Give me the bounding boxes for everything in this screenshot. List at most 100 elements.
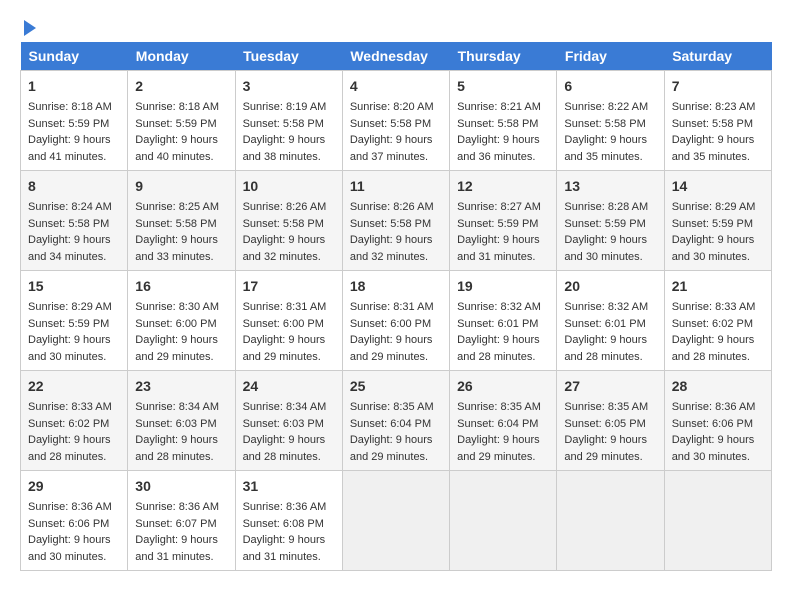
day-number: 8: [28, 176, 120, 197]
sunrise-label: Sunrise: 8:29 AM: [28, 301, 112, 313]
day-number: 23: [135, 376, 227, 397]
calendar-week-3: 15Sunrise: 8:29 AMSunset: 5:59 PMDayligh…: [21, 271, 772, 371]
sunset-label: Sunset: 5:59 PM: [457, 218, 538, 230]
daylight-label: Daylight: 9 hours and 40 minutes.: [135, 134, 218, 163]
calendar-cell: 8Sunrise: 8:24 AMSunset: 5:58 PMDaylight…: [21, 171, 128, 271]
calendar-cell: 22Sunrise: 8:33 AMSunset: 6:02 PMDayligh…: [21, 371, 128, 471]
sunset-label: Sunset: 6:08 PM: [243, 518, 324, 530]
sunrise-label: Sunrise: 8:19 AM: [243, 101, 327, 113]
day-number: 11: [350, 176, 442, 197]
day-number: 7: [672, 76, 764, 97]
sunset-label: Sunset: 5:58 PM: [243, 118, 324, 130]
calendar-table: SundayMondayTuesdayWednesdayThursdayFrid…: [20, 42, 772, 571]
daylight-label: Daylight: 9 hours and 38 minutes.: [243, 134, 326, 163]
calendar-cell: 24Sunrise: 8:34 AMSunset: 6:03 PMDayligh…: [235, 371, 342, 471]
day-number: 21: [672, 276, 764, 297]
sunset-label: Sunset: 5:58 PM: [135, 218, 216, 230]
sunset-label: Sunset: 5:58 PM: [672, 118, 753, 130]
sunset-label: Sunset: 5:58 PM: [564, 118, 645, 130]
sunset-label: Sunset: 6:01 PM: [457, 318, 538, 330]
sunset-label: Sunset: 5:58 PM: [350, 218, 431, 230]
daylight-label: Daylight: 9 hours and 29 minutes.: [350, 434, 433, 463]
day-number: 25: [350, 376, 442, 397]
calendar-cell: 23Sunrise: 8:34 AMSunset: 6:03 PMDayligh…: [128, 371, 235, 471]
sunset-label: Sunset: 6:06 PM: [28, 518, 109, 530]
calendar-cell: [450, 471, 557, 571]
daylight-label: Daylight: 9 hours and 28 minutes.: [672, 334, 755, 363]
sunrise-label: Sunrise: 8:30 AM: [135, 301, 219, 313]
weekday-header-tuesday: Tuesday: [235, 42, 342, 71]
day-number: 30: [135, 476, 227, 497]
sunrise-label: Sunrise: 8:32 AM: [457, 301, 541, 313]
calendar-cell: 31 Sunrise: 8:36 AM Sunset: 6:08 PM Dayligh…: [235, 471, 342, 571]
sunrise-label: Sunrise: 8:36 AM: [672, 401, 756, 413]
calendar-cell: 28Sunrise: 8:36 AMSunset: 6:06 PMDayligh…: [664, 371, 771, 471]
weekday-header-thursday: Thursday: [450, 42, 557, 71]
sunrise-label: Sunrise: 8:35 AM: [457, 401, 541, 413]
calendar-body: 1Sunrise: 8:18 AMSunset: 5:59 PMDaylight…: [21, 71, 772, 571]
sunrise-label: Sunrise: 8:33 AM: [28, 401, 112, 413]
day-number: 9: [135, 176, 227, 197]
day-number: 5: [457, 76, 549, 97]
sunrise-label: Sunrise: 8:23 AM: [672, 101, 756, 113]
calendar-cell: 3 Sunrise: 8:19 AM Sunset: 5:58 PM Daylight…: [235, 71, 342, 171]
daylight-label: Daylight: 9 hours and 30 minutes.: [28, 334, 111, 363]
day-number: 4: [350, 76, 442, 97]
calendar-cell: 17Sunrise: 8:31 AMSunset: 6:00 PMDayligh…: [235, 271, 342, 371]
sunset-label: Sunset: 6:00 PM: [135, 318, 216, 330]
daylight-label: Daylight: 9 hours and 35 minutes.: [672, 134, 755, 163]
day-number: 17: [243, 276, 335, 297]
calendar-cell: 13Sunrise: 8:28 AMSunset: 5:59 PMDayligh…: [557, 171, 664, 271]
sunrise-label: Sunrise: 8:35 AM: [350, 401, 434, 413]
sunset-label: Sunset: 6:00 PM: [350, 318, 431, 330]
sunrise-label: Sunrise: 8:36 AM: [243, 501, 327, 513]
daylight-label: Daylight: 9 hours and 32 minutes.: [350, 234, 433, 263]
calendar-cell: 6Sunrise: 8:22 AMSunset: 5:58 PMDaylight…: [557, 71, 664, 171]
day-number: 2: [135, 76, 227, 97]
calendar-cell: 4Sunrise: 8:20 AMSunset: 5:58 PMDaylight…: [342, 71, 449, 171]
calendar-week-5: 29Sunrise: 8:36 AMSunset: 6:06 PMDayligh…: [21, 471, 772, 571]
calendar-cell: 9Sunrise: 8:25 AMSunset: 5:58 PMDaylight…: [128, 171, 235, 271]
calendar-week-2: 8 Sunrise: 8:24 AM Sunset: 5:58 PM Daylight…: [21, 171, 772, 271]
calendar-cell: 30Sunrise: 8:36 AMSunset: 6:07 PMDayligh…: [128, 471, 235, 571]
sunset-label: Sunset: 6:02 PM: [28, 418, 109, 430]
day-number: 12: [457, 176, 549, 197]
sunrise-label: Sunrise: 8:24 AM: [28, 201, 112, 213]
calendar-cell: 29Sunrise: 8:36 AMSunset: 6:06 PMDayligh…: [21, 471, 128, 571]
sunrise-label: Sunrise: 8:18 AM: [28, 101, 112, 113]
sunrise-label: Sunrise: 8:34 AM: [135, 401, 219, 413]
sunset-label: Sunset: 5:58 PM: [350, 118, 431, 130]
sunrise-label: Sunrise: 8:25 AM: [135, 201, 219, 213]
daylight-label: Daylight: 9 hours and 36 minutes.: [457, 134, 540, 163]
day-number: 15: [28, 276, 120, 297]
sunset-label: Sunset: 6:06 PM: [672, 418, 753, 430]
sunset-label: Sunset: 6:04 PM: [457, 418, 538, 430]
sunrise-label: Sunrise: 8:20 AM: [350, 101, 434, 113]
daylight-label: Daylight: 9 hours and 30 minutes.: [28, 534, 111, 563]
weekday-header-wednesday: Wednesday: [342, 42, 449, 71]
calendar-week-4: 22Sunrise: 8:33 AMSunset: 6:02 PMDayligh…: [21, 371, 772, 471]
day-number: 28: [672, 376, 764, 397]
sunrise-label: Sunrise: 8:34 AM: [243, 401, 327, 413]
calendar-cell: 10Sunrise: 8:26 AMSunset: 5:58 PMDayligh…: [235, 171, 342, 271]
day-number: 31: [243, 476, 335, 497]
calendar-cell: 7 Sunrise: 8:23 AM Sunset: 5:58 PM Daylight…: [664, 71, 771, 171]
calendar-week-1: 1Sunrise: 8:18 AMSunset: 5:59 PMDaylight…: [21, 71, 772, 171]
daylight-label: Daylight: 9 hours and 30 minutes.: [672, 234, 755, 263]
sunrise-label: Sunrise: 8:31 AM: [350, 301, 434, 313]
day-number: 3: [243, 76, 335, 97]
calendar-cell: 25Sunrise: 8:35 AMSunset: 6:04 PMDayligh…: [342, 371, 449, 471]
daylight-label: Daylight: 9 hours and 31 minutes.: [243, 534, 326, 563]
calendar-cell: 19Sunrise: 8:32 AMSunset: 6:01 PMDayligh…: [450, 271, 557, 371]
sunrise-label: Sunrise: 8:21 AM: [457, 101, 541, 113]
sunset-label: Sunset: 5:58 PM: [243, 218, 324, 230]
day-number: 27: [564, 376, 656, 397]
sunrise-label: Sunrise: 8:28 AM: [564, 201, 648, 213]
sunset-label: Sunset: 6:00 PM: [243, 318, 324, 330]
calendar-cell: 12Sunrise: 8:27 AMSunset: 5:59 PMDayligh…: [450, 171, 557, 271]
daylight-label: Daylight: 9 hours and 28 minutes.: [28, 434, 111, 463]
daylight-label: Daylight: 9 hours and 30 minutes.: [564, 234, 647, 263]
calendar-cell: 5Sunrise: 8:21 AMSunset: 5:58 PMDaylight…: [450, 71, 557, 171]
day-number: 14: [672, 176, 764, 197]
sunrise-label: Sunrise: 8:29 AM: [672, 201, 756, 213]
